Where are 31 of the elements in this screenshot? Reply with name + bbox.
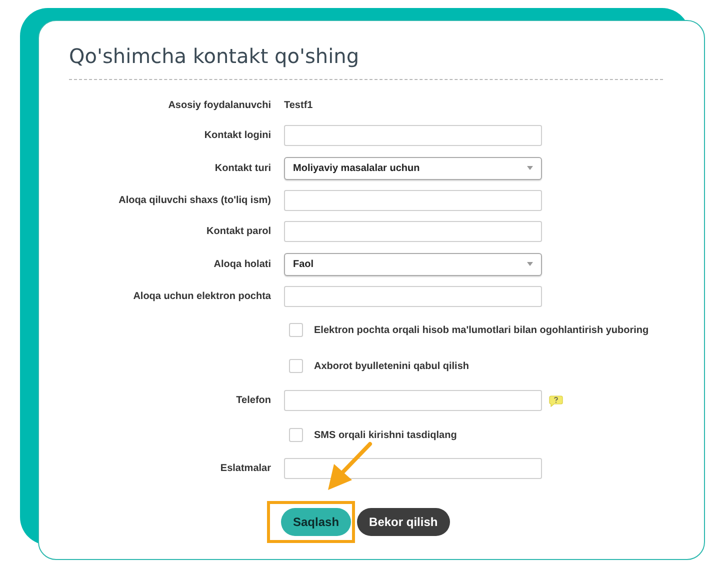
cancel-button[interactable]: Bekor qilish — [357, 508, 450, 536]
field-label: Aloqa uchun elektron pochta — [132, 290, 271, 304]
dialog-title: Qo'shimcha kontakt qo'shing — [69, 43, 360, 69]
checkbox-label: Axborot byulletenini qabul qilish — [314, 360, 470, 374]
field-label: Kontakt logini — [203, 129, 271, 143]
input-field[interactable] — [284, 190, 542, 211]
field-value: Testf1 — [284, 98, 313, 112]
caret-icon — [527, 166, 533, 170]
input-field[interactable] — [284, 125, 542, 146]
checkbox-label: Elektron pochta orqali hisob ma'lumotlari bilan ogohlantirish yuboring — [314, 324, 649, 338]
input-field[interactable] — [284, 458, 542, 479]
annotation-arrow — [328, 442, 372, 490]
checkbox[interactable] — [289, 359, 303, 373]
checkbox[interactable] — [289, 323, 303, 337]
field-label: Aloqa qiluvchi shaxs (to'liq ism) — [118, 194, 271, 208]
field-label: Asosiy foydalanuvchi — [167, 98, 271, 112]
help-icon[interactable] — [549, 394, 563, 406]
checkbox-label: SMS orqali kirishni tasdiqlang — [314, 428, 457, 442]
checkbox[interactable] — [289, 428, 303, 442]
field-label: Eslatmalar — [219, 462, 271, 476]
field-label: Aloqa holati — [212, 258, 271, 272]
caret-icon — [527, 262, 533, 266]
input-field[interactable] — [284, 286, 542, 307]
dropdown[interactable]: Moliyaviy masalalar uchun — [284, 156, 542, 180]
field-label: Kontakt parol — [206, 225, 271, 239]
field-label: Kontakt turi — [214, 162, 271, 176]
field-label: Telefon — [235, 394, 271, 408]
dropdown[interactable]: Faol — [284, 252, 542, 276]
input-field[interactable] — [284, 390, 542, 411]
save-button[interactable]: Saqlash — [281, 508, 352, 536]
input-field[interactable] — [284, 221, 542, 242]
